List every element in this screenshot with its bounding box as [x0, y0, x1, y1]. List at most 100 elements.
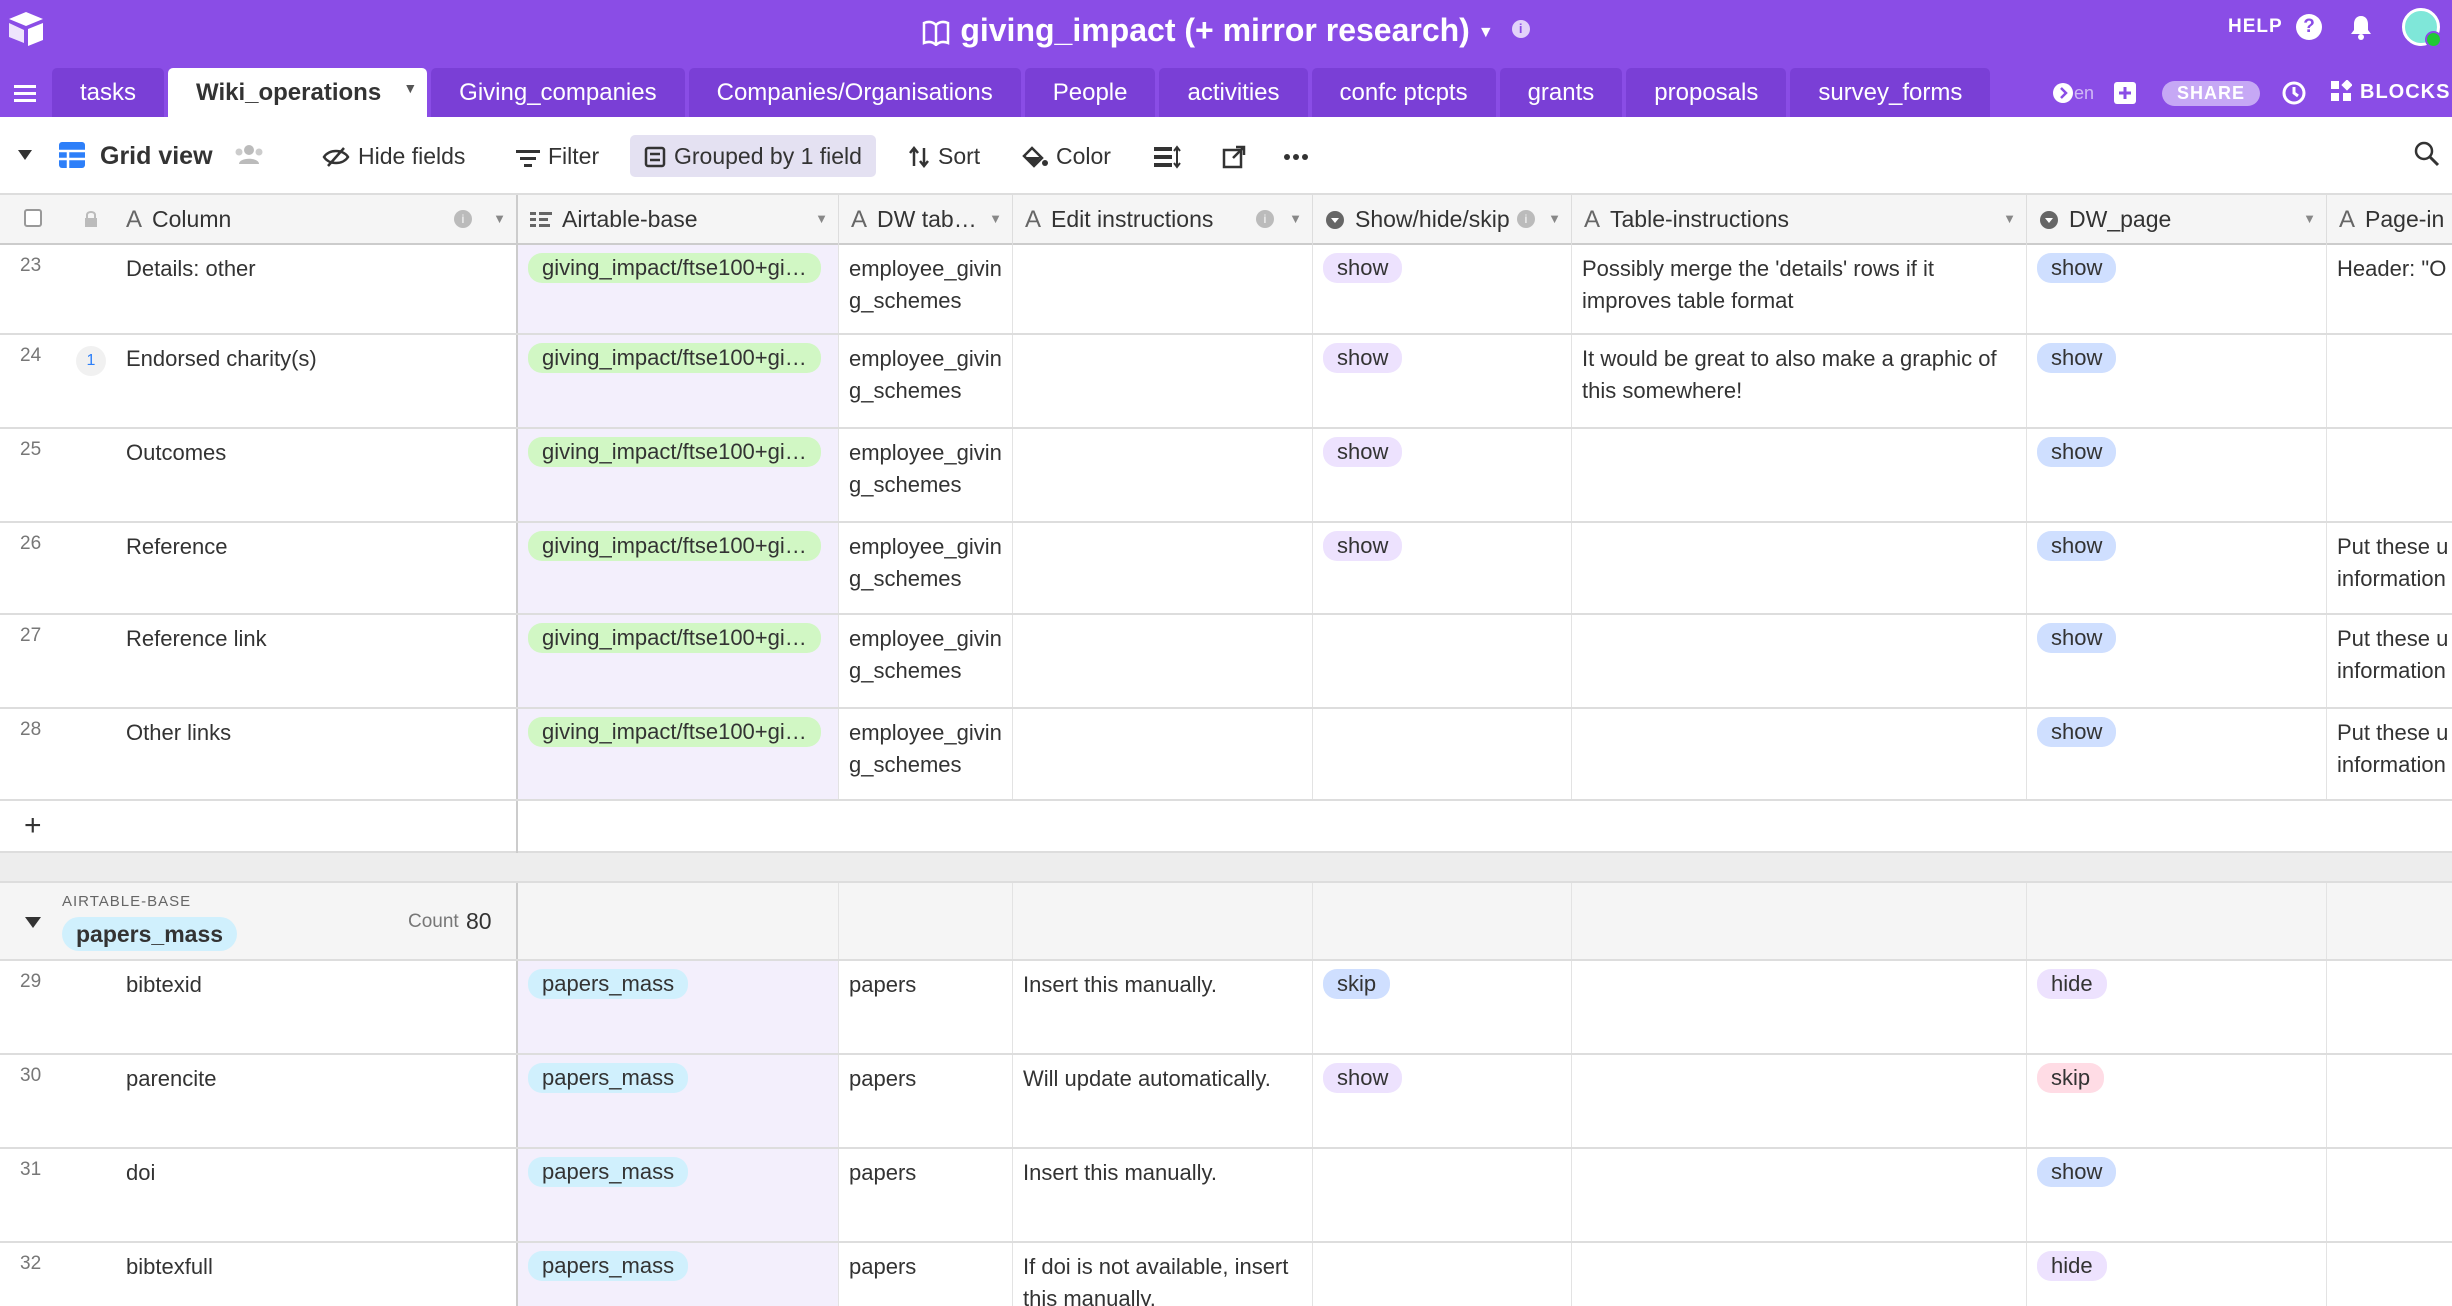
cell-airtable-base[interactable]: papers_mass: [518, 1243, 839, 1306]
table-row[interactable]: 29 bibtexid papers_mass papers Insert th…: [0, 961, 2452, 1055]
cell-dw-page[interactable]: show: [2027, 523, 2327, 613]
table-row[interactable]: 28 Other links giving_impact/ftse100+gi……: [0, 709, 2452, 801]
cell-table-instructions[interactable]: [1572, 709, 2027, 799]
cell-show-hide-skip[interactable]: show: [1313, 245, 1572, 333]
cell-dw-tab[interactable]: papers: [839, 1149, 1013, 1241]
column-menu-caret-icon[interactable]: ▼: [989, 195, 1002, 243]
cell-column[interactable]: bibtexfull: [114, 1243, 518, 1306]
cell-page-in[interactable]: [2327, 1149, 2452, 1241]
tab-giving-companies[interactable]: Giving_companies: [431, 68, 685, 117]
cell-show-hide-skip[interactable]: show: [1313, 335, 1572, 427]
cell-dw-tab[interactable]: employee_giving_schemes: [839, 245, 1013, 333]
share-button[interactable]: SHARE: [2162, 81, 2260, 106]
column-header-show-hide-skip[interactable]: Show/hide/skip i ▼: [1313, 195, 1572, 245]
cell-column[interactable]: Endorsed charity(s): [114, 335, 518, 427]
cell-dw-page[interactable]: show: [2027, 335, 2327, 427]
cell-column[interactable]: doi: [114, 1149, 518, 1241]
help-link[interactable]: HELP: [2228, 16, 2283, 38]
cell-page-in[interactable]: [2327, 1055, 2452, 1147]
cell-dw-page[interactable]: show: [2027, 615, 2327, 707]
cell-show-hide-skip[interactable]: [1313, 1243, 1572, 1306]
cell-table-instructions[interactable]: [1572, 1149, 2027, 1241]
group-button[interactable]: Grouped by 1 field: [630, 135, 876, 177]
field-info-icon[interactable]: i: [1256, 210, 1274, 228]
cell-show-hide-skip[interactable]: show: [1313, 1055, 1572, 1147]
cell-column[interactable]: parencite: [114, 1055, 518, 1147]
linked-record-pill[interactable]: giving_impact/ftse100+gi…: [528, 623, 821, 653]
cell-airtable-base[interactable]: giving_impact/ftse100+gi…: [518, 245, 839, 333]
linked-record-pill[interactable]: giving_impact/ftse100+gi…: [528, 531, 821, 561]
cell-airtable-base[interactable]: giving_impact/ftse100+gi…: [518, 615, 839, 707]
table-row[interactable]: 27 Reference link giving_impact/ftse100+…: [0, 615, 2452, 709]
cell-edit-instructions[interactable]: [1013, 335, 1313, 427]
cell-column[interactable]: Outcomes: [114, 429, 518, 521]
tab-tasks[interactable]: tasks: [52, 68, 165, 117]
cell-table-instructions[interactable]: Possibly merge the 'details' rows if it …: [1572, 245, 2027, 333]
column-menu-caret-icon[interactable]: ▼: [1548, 195, 1561, 243]
linked-record-pill[interactable]: giving_impact/ftse100+gi…: [528, 717, 821, 747]
cell-table-instructions[interactable]: [1572, 1243, 2027, 1306]
column-header-column[interactable]: A Column i ▼: [114, 195, 518, 245]
field-info-icon[interactable]: i: [454, 210, 472, 228]
cell-show-hide-skip[interactable]: [1313, 615, 1572, 707]
cell-table-instructions[interactable]: It would be great to also make a graphic…: [1572, 335, 2027, 427]
cell-edit-instructions[interactable]: [1013, 615, 1313, 707]
cell-dw-tab[interactable]: employee_giving_schemes: [839, 709, 1013, 799]
cell-page-in[interactable]: [2327, 429, 2452, 521]
user-avatar[interactable]: [2402, 8, 2442, 48]
view-name[interactable]: Grid view: [100, 135, 213, 177]
cell-airtable-base[interactable]: papers_mass: [518, 1055, 839, 1147]
base-info-icon[interactable]: i: [1511, 20, 1530, 38]
cell-page-in[interactable]: Put these u information: [2327, 615, 2452, 707]
cell-dw-tab[interactable]: papers: [839, 1055, 1013, 1147]
linked-record-pill[interactable]: giving_impact/ftse100+gi…: [528, 253, 821, 283]
cell-column[interactable]: Details: other: [114, 245, 518, 333]
group-header[interactable]: AIRTABLE-BASE papers_mass Count 80: [0, 881, 2452, 961]
linked-record-pill[interactable]: papers_mass: [528, 969, 689, 999]
help-icon[interactable]: ?: [2296, 14, 2322, 40]
cell-airtable-base[interactable]: giving_impact/ftse100+gi…: [518, 523, 839, 613]
cell-table-instructions[interactable]: [1572, 523, 2027, 613]
cell-dw-page[interactable]: show: [2027, 245, 2327, 333]
cell-edit-instructions[interactable]: [1013, 245, 1313, 333]
cell-table-instructions[interactable]: [1572, 1055, 2027, 1147]
cell-page-in[interactable]: Header: "O: [2327, 245, 2452, 333]
cell-show-hide-skip[interactable]: skip: [1313, 961, 1572, 1053]
tab-people[interactable]: People: [1024, 68, 1156, 117]
view-switcher-caret-icon[interactable]: [16, 147, 34, 163]
cell-edit-instructions[interactable]: [1013, 429, 1313, 521]
cell-show-hide-skip[interactable]: [1313, 1149, 1572, 1241]
linked-record-pill[interactable]: papers_mass: [528, 1157, 689, 1187]
base-menu-caret-icon[interactable]: ▼: [1478, 24, 1494, 41]
column-menu-caret-icon[interactable]: ▼: [2303, 195, 2316, 243]
cell-dw-page[interactable]: show: [2027, 709, 2327, 799]
cell-page-in[interactable]: Put these u information: [2327, 709, 2452, 799]
tab-survey-forms[interactable]: survey_forms: [1790, 68, 1991, 117]
cell-show-hide-skip[interactable]: show: [1313, 523, 1572, 613]
linked-record-pill[interactable]: giving_impact/ftse100+gi…: [528, 437, 821, 467]
cell-dw-tab[interactable]: employee_giving_schemes: [839, 523, 1013, 613]
column-header-table-instructions[interactable]: A Table-instructions ▼: [1572, 195, 2027, 245]
cell-table-instructions[interactable]: [1572, 429, 2027, 521]
table-row[interactable]: 23 Details: other giving_impact/ftse100+…: [0, 245, 2452, 335]
column-header-page-in[interactable]: A Page-in: [2327, 195, 2452, 245]
cell-dw-page[interactable]: hide: [2027, 961, 2327, 1053]
cell-show-hide-skip[interactable]: show: [1313, 429, 1572, 521]
cell-airtable-base[interactable]: giving_impact/ftse100+gi…: [518, 429, 839, 521]
linked-record-pill[interactable]: papers_mass: [528, 1063, 689, 1093]
color-button[interactable]: Color: [1022, 135, 1111, 177]
tab-proposals[interactable]: proposals: [1626, 68, 1787, 117]
add-table-icon[interactable]: [2112, 80, 2138, 106]
hide-fields-button[interactable]: Hide fields: [322, 135, 465, 177]
share-view-icon[interactable]: [1222, 145, 1246, 169]
cell-edit-instructions[interactable]: [1013, 709, 1313, 799]
cell-edit-instructions[interactable]: Insert this manually.: [1013, 1149, 1313, 1241]
linked-record-pill[interactable]: giving_impact/ftse100+gi…: [528, 343, 821, 373]
tab-activities[interactable]: activities: [1159, 68, 1308, 117]
filter-button[interactable]: Filter: [516, 135, 599, 177]
column-menu-caret-icon[interactable]: ▼: [1289, 195, 1302, 243]
blocks-button[interactable]: BLOCKS: [2330, 80, 2450, 104]
collaborative-view-icon[interactable]: [234, 143, 264, 165]
cell-edit-instructions[interactable]: Will update automatically.: [1013, 1055, 1313, 1147]
cell-dw-page[interactable]: show: [2027, 1149, 2327, 1241]
